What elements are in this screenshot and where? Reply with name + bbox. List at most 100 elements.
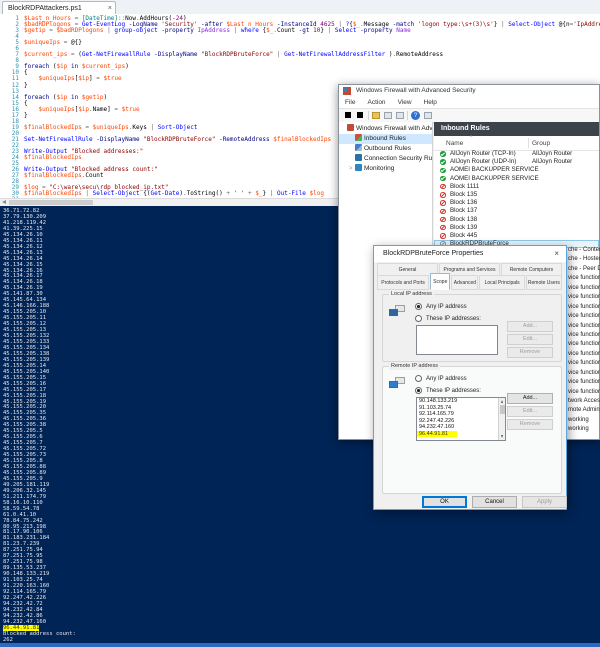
clipped-rule-text: vice function [568, 379, 600, 386]
firewall-rule-row[interactable]: Block 139 [434, 224, 599, 232]
firewall-rule-row[interactable]: Block 137 [434, 207, 599, 215]
menu-item-view[interactable]: View [392, 97, 418, 108]
firewall-rule-row[interactable]: Block 135 [434, 191, 599, 199]
column-header-group[interactable]: Group [532, 140, 550, 147]
tab-remote-users[interactable]: Remote Users [525, 275, 562, 290]
cancel-button[interactable]: Cancel [472, 496, 517, 508]
tree-item-monitoring[interactable]: > Monitoring [339, 164, 432, 174]
clipped-rule-text: che - Conten [568, 247, 600, 253]
local-ip-group-title: Local IP address [389, 291, 434, 298]
firewall-rule-row[interactable]: Block 445 [434, 232, 599, 240]
column-header-name[interactable]: Name [446, 140, 463, 147]
editor-tab-bar: BlockRDPAttackers.ps1 × [0, 0, 600, 15]
tab-protocols-and-ports[interactable]: Protocols and Ports [377, 275, 430, 290]
dialog-tabs-front-row: Protocols and Ports Scope Advanced Local Pr… [377, 273, 563, 290]
clipped-rule-text: vice function [568, 388, 600, 395]
clipped-rule-text: vice function [568, 303, 600, 310]
remote-these-ip-label: These IP addresses: [426, 387, 481, 394]
firewall-rule-row[interactable]: AllJoyn Router (UDP-In) AllJoyn Router [434, 158, 599, 166]
local-any-ip-radio[interactable] [415, 303, 422, 310]
clipped-rules-column: che - Conten che - Hosted che - Peer Di vic… [568, 246, 600, 436]
tab-advanced[interactable]: Advanced [451, 275, 479, 290]
forward-icon[interactable] [357, 112, 363, 118]
clipped-rule-text: vice function [568, 369, 600, 376]
list-column-headers: Name ^ Group [434, 135, 599, 151]
rule-allowed-icon [440, 175, 446, 182]
firewall-rule-row[interactable]: Block 136 [434, 199, 599, 207]
toolbar-separator [407, 111, 408, 120]
menu-item-file[interactable]: File [339, 97, 361, 108]
tab-local-principals[interactable]: Local Principals [479, 275, 525, 290]
remote-ip-listbox[interactable]: 90.148.133.219 91.103.25.74 92.114.165.79 9… [416, 397, 506, 441]
connection-security-icon [355, 154, 362, 161]
console-bottom-strip [0, 643, 600, 647]
tree-item-windows-firewall-with-advanc[interactable]: Windows Firewall with Advanc [339, 124, 432, 134]
clipped-rule-text: twork Access [568, 398, 600, 404]
firewall-rule-row[interactable]: Block 1111 [434, 183, 599, 191]
clipped-rule-text: vice function [568, 313, 600, 320]
help-icon[interactable]: ? [411, 111, 420, 120]
clipped-rule-text: che - Peer Di [568, 265, 600, 272]
back-icon[interactable] [345, 112, 351, 118]
firewall-toolbar: ? [339, 109, 599, 123]
remove-button: Remove [507, 419, 553, 430]
remote-any-ip-radio[interactable] [415, 375, 422, 382]
remote-these-ip-radio[interactable] [415, 387, 422, 394]
firewall-rule-row[interactable]: AOMEI BACKUPPER SERVICE [434, 175, 599, 183]
local-ip-listbox[interactable] [416, 325, 498, 355]
clipped-rule-text: working [568, 426, 589, 433]
scrollbar-thumb[interactable] [499, 405, 505, 414]
clipped-rule-text: vice function [568, 350, 600, 357]
firewall-rule-row[interactable]: AOMEI BACKUPPER SERVICE [434, 166, 599, 174]
scroll-up-icon[interactable] [500, 400, 503, 403]
add-button[interactable]: Add... [507, 393, 553, 404]
clipped-rule-text: vice function [568, 275, 600, 282]
dialog-titlebar[interactable]: BlockRDPBruteForce Properties × [374, 246, 566, 262]
tree-item-inbound-rules[interactable]: Inbound Rules [339, 134, 432, 144]
rule-blocked-icon [440, 200, 446, 206]
local-these-ip-radio[interactable] [415, 315, 422, 322]
local-any-ip-label: Any IP address [426, 303, 467, 310]
export-list-icon[interactable] [372, 112, 380, 119]
clipped-rule-text: vice function [568, 341, 600, 348]
clipped-rule-text: vice function [568, 360, 600, 367]
local-ip-groupbox: Local IP address Any IP address These IP… [382, 291, 562, 362]
editor-tab[interactable]: BlockRDPAttackers.ps1 × [2, 1, 116, 14]
dialog-close-icon[interactable]: × [554, 246, 559, 262]
clipped-rule-text: vice function [568, 322, 600, 329]
rule-blocked-icon [440, 183, 446, 190]
rule-allowed-icon [440, 167, 446, 174]
edit-button: Edit... [507, 406, 553, 417]
firewall-rule-row[interactable]: AllJoyn Router (TCP-In) AllJoyn Router [434, 150, 599, 158]
firewall-rule-row[interactable]: Block 138 [434, 216, 599, 224]
firewall-icon [347, 124, 354, 131]
rule-allowed-icon [440, 159, 446, 165]
tree-item-outbound-rules[interactable]: Outbound Rules [339, 144, 432, 154]
listbox-scrollbar[interactable] [498, 398, 505, 440]
show-action-pane-icon[interactable] [396, 112, 404, 119]
ok-button[interactable]: OK [422, 496, 467, 508]
column-divider[interactable] [528, 138, 529, 148]
menu-item-action[interactable]: Action [361, 97, 391, 108]
panel-icon[interactable] [424, 112, 432, 119]
ip-list-item[interactable]: 96.44.91.81 [417, 430, 457, 437]
edit-button: Edit... [507, 334, 553, 345]
remote-computer-icon [389, 377, 406, 390]
clipped-rule-text: che - Hosted [568, 256, 600, 263]
scroll-left-icon[interactable] [2, 200, 6, 204]
tab-scope[interactable]: Scope [430, 273, 451, 290]
scrollbar-thumb[interactable] [9, 200, 93, 205]
scroll-down-icon[interactable] [500, 435, 503, 438]
tree-item-connection-security-rules[interactable]: Connection Security Rules [339, 154, 432, 164]
firewall-window-titlebar[interactable]: Windows Firewall with Advanced Security [339, 85, 599, 97]
clipped-rule-text: mote Admin [568, 407, 600, 414]
properties-dialog: BlockRDPBruteForce Properties × General P… [373, 245, 567, 510]
local-computer-icon [389, 305, 406, 318]
firewall-window-title: Windows Firewall with Advanced Security [356, 87, 476, 94]
menu-item-help[interactable]: Help [418, 97, 443, 108]
show-console-tree-icon[interactable] [384, 112, 392, 119]
rule-blocked-icon [440, 224, 446, 231]
ip-list-item[interactable]: 94.232.47.160 [417, 424, 498, 431]
remote-any-ip-label: Any IP address [426, 375, 467, 382]
editor-tab-title: BlockRDPAttackers.ps1 [8, 5, 82, 12]
